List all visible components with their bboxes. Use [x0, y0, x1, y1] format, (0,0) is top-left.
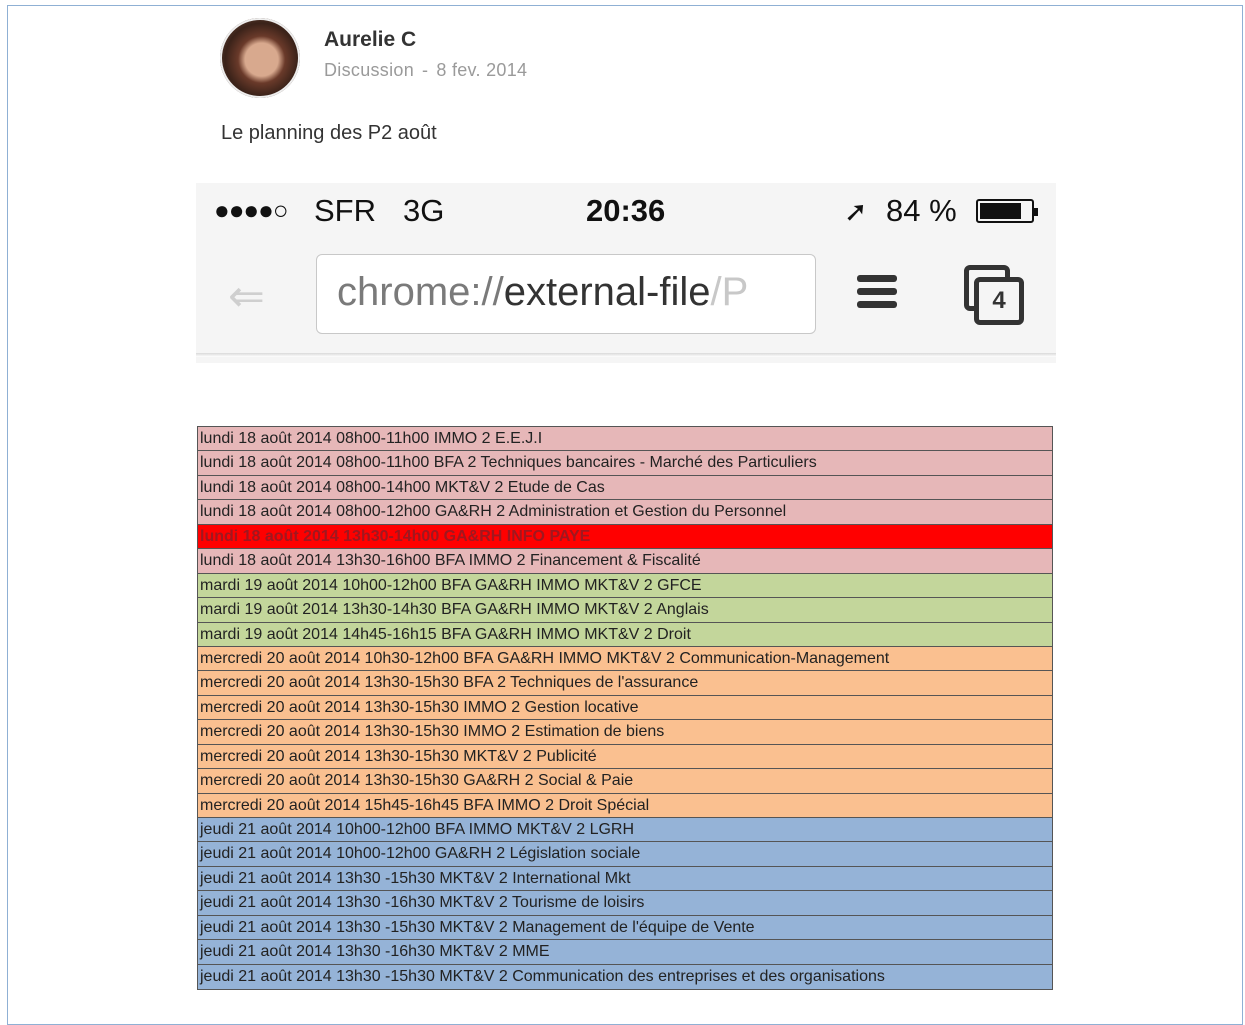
schedule-row: mardi 19 août 2014 13h30-14h30 BFA GA&RH… [198, 598, 1052, 623]
tab-count: 4 [974, 277, 1024, 325]
avatar[interactable] [220, 18, 300, 98]
schedule-row: lundi 18 août 2014 08h00-12h00 GA&RH 2 A… [198, 500, 1052, 525]
schedule-row: lundi 18 août 2014 08h00-11h00 BFA 2 Tec… [198, 451, 1052, 476]
schedule-row: mardi 19 août 2014 10h00-12h00 BFA GA&RH… [198, 573, 1052, 599]
post-category[interactable]: Discussion [324, 60, 414, 80]
post-date[interactable]: 8 fev. 2014 [436, 60, 527, 80]
battery-nub [1034, 208, 1038, 216]
schedule-row: jeudi 21 août 2014 13h30 -15h30 MKT&V 2 … [198, 866, 1052, 892]
url-host: external-file [503, 270, 711, 314]
schedule-row: lundi 18 août 2014 13h30-14h00 GA&RH INF… [198, 524, 1052, 550]
schedule-row: jeudi 21 août 2014 10h00-12h00 BFA IMMO … [198, 818, 1052, 843]
phone-screenshot: ●●●●○ SFR 3G 20:36 ➚ 84 % ⇐ chrome://ext… [196, 183, 1056, 363]
url-text: chrome://external-file/P [337, 270, 748, 315]
menu-icon[interactable] [857, 275, 897, 314]
schedule-row: jeudi 21 août 2014 13h30 -16h30 MKT&V 2 … [198, 891, 1052, 916]
battery-percentage: 84 % [886, 193, 957, 228]
battery-icon [976, 199, 1038, 223]
url-scheme: chrome:// [337, 270, 504, 314]
post-meta: Discussion -8 fev. 2014 [324, 60, 527, 81]
back-arrow-icon[interactable]: ⇐ [228, 275, 265, 319]
tabs-icon[interactable]: 4 [964, 265, 1024, 325]
schedule-row: mercredi 20 août 2014 13h30-15h30 IMMO 2… [198, 695, 1052, 721]
schedule-row: lundi 18 août 2014 08h00-11h00 IMMO 2 E.… [198, 427, 1052, 452]
schedule-row: mercredi 20 août 2014 15h45-16h45 BFA IM… [198, 793, 1052, 818]
toolbar-shadow [196, 353, 1056, 357]
carrier-name: SFR [314, 193, 376, 228]
schedule-row: mercredi 20 août 2014 13h30-15h30 MKT&V … [198, 744, 1052, 770]
schedule-row: jeudi 21 août 2014 13h30 -15h30 MKT&V 2 … [198, 964, 1052, 990]
schedule-row: jeudi 21 août 2014 13h30 -15h30 MKT&V 2 … [198, 915, 1052, 941]
schedule-table: lundi 18 août 2014 08h00-11h00 IMMO 2 E.… [197, 426, 1053, 991]
schedule-row: jeudi 21 août 2014 13h30 -16h30 MKT&V 2 … [198, 940, 1052, 965]
post-text: Le planning des P2 août [221, 122, 437, 144]
schedule-row: lundi 18 août 2014 08h00-14h00 MKT&V 2 E… [198, 475, 1052, 501]
schedule-row: mercredi 20 août 2014 13h30-15h30 GA&RH … [198, 769, 1052, 794]
schedule-row: jeudi 21 août 2014 10h00-12h00 GA&RH 2 L… [198, 842, 1052, 867]
url-path: /P [710, 270, 749, 314]
location-arrow-icon: ➚ [844, 196, 868, 227]
status-time: 20:36 [586, 193, 666, 228]
network-type: 3G [403, 193, 445, 228]
status-bar: ●●●●○ SFR 3G 20:36 ➚ 84 % [196, 183, 1056, 238]
address-bar[interactable]: chrome://external-file/P [316, 254, 816, 334]
schedule-row: lundi 18 août 2014 13h30-16h00 BFA IMMO … [198, 549, 1052, 574]
author-name[interactable]: Aurelie C [324, 28, 416, 52]
signal-strength-icon: ●●●●○ [214, 195, 289, 225]
schedule-row: mercredi 20 août 2014 10h30-12h00 BFA GA… [198, 646, 1052, 672]
meta-separator: - [422, 60, 429, 80]
schedule-row: mercredi 20 août 2014 13h30-15h30 IMMO 2… [198, 720, 1052, 745]
schedule-row: mercredi 20 août 2014 13h30-15h30 BFA 2 … [198, 671, 1052, 696]
battery-fill [980, 203, 1022, 219]
schedule-row: mardi 19 août 2014 14h45-16h15 BFA GA&RH… [198, 622, 1052, 647]
